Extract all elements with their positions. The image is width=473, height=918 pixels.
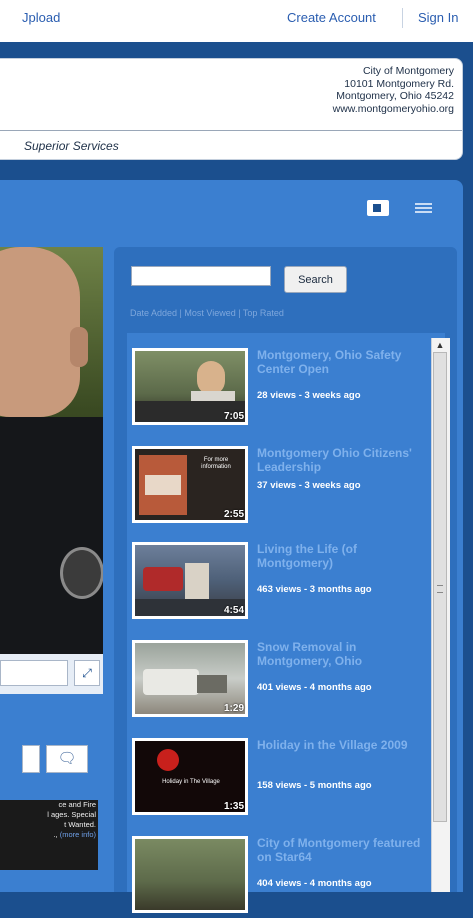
video-meta: 463 views - 3 months ago bbox=[257, 584, 372, 595]
create-account-link[interactable]: Create Account bbox=[287, 10, 376, 25]
video-frame-person bbox=[0, 247, 80, 417]
more-info-link[interactable]: (more info) bbox=[60, 830, 96, 839]
upload-link[interactable]: Jpload bbox=[22, 10, 60, 25]
player-view-icon[interactable] bbox=[367, 200, 389, 216]
sort-links[interactable]: Date Added | Most Viewed | Top Rated bbox=[130, 308, 284, 318]
search-input[interactable] bbox=[131, 266, 271, 286]
video-frame-uniform bbox=[0, 417, 103, 654]
thumbnail-caption: Holiday in The Village bbox=[162, 779, 220, 785]
address-line: 10101 Montgomery Rd. bbox=[344, 77, 454, 90]
scroll-grip-icon bbox=[437, 585, 443, 593]
video-duration: 4:54 bbox=[223, 605, 244, 616]
grid-view-icon[interactable] bbox=[415, 203, 432, 215]
list-item[interactable]: 1:29 Snow Removal in Montgomery, Ohio 40… bbox=[132, 640, 422, 722]
sign-in-link[interactable]: Sign In bbox=[418, 10, 458, 25]
video-meta: 158 views - 5 months ago bbox=[257, 780, 372, 791]
video-thumbnail[interactable]: For more information 2:55 bbox=[132, 446, 248, 523]
video-meta: 401 views - 4 months ago bbox=[257, 682, 372, 693]
seek-bar[interactable] bbox=[0, 660, 68, 686]
video-meta: 37 views - 3 weeks ago bbox=[257, 480, 361, 491]
address-line: Montgomery, Ohio 45242 bbox=[336, 90, 454, 102]
video-thumbnail[interactable]: Holiday in The Village 1:35 bbox=[132, 738, 248, 815]
scroll-up-arrow-icon[interactable]: ▲ bbox=[431, 338, 449, 352]
search-button[interactable]: Search bbox=[284, 266, 347, 293]
video-duration: 1:29 bbox=[223, 703, 244, 714]
video-duration: 7:05 bbox=[223, 411, 244, 422]
video-thumbnail[interactable]: 1:29 bbox=[132, 640, 248, 717]
header-divider bbox=[0, 130, 462, 131]
city-address: City of Montgomery 10101 Montgomery Rd. … bbox=[333, 65, 454, 115]
nav-divider bbox=[402, 8, 403, 28]
video-title-link[interactable]: Snow Removal in Montgomery, Ohio bbox=[257, 640, 427, 668]
list-item[interactable]: 7:05 Montgomery, Ohio Safety Center Open… bbox=[132, 348, 422, 430]
video-frame-badge bbox=[60, 547, 103, 599]
list-item[interactable]: City of Montgomery featured on Star64 40… bbox=[132, 836, 422, 918]
video-title-link[interactable]: Living the Life (of Montgomery) bbox=[257, 542, 427, 570]
list-item[interactable]: 4:54 Living the Life (of Montgomery) 463… bbox=[132, 542, 422, 624]
video-title-link[interactable]: Montgomery, Ohio Safety Center Open bbox=[257, 348, 427, 376]
top-bar: Jpload Create Account Sign In bbox=[0, 0, 473, 42]
player-controls: ⤢ bbox=[0, 654, 103, 694]
video-meta: 28 views - 3 weeks ago bbox=[257, 390, 361, 401]
fullscreen-icon[interactable]: ⤢ bbox=[74, 660, 100, 686]
speech-bubble-icon: 🗨 bbox=[57, 750, 77, 767]
description-text: ce and Fire l ages. Special t Wanted. .,… bbox=[47, 800, 96, 839]
list-item[interactable]: For more information 2:55 Montgomery Ohi… bbox=[132, 446, 422, 528]
tagline: Superior Services bbox=[24, 139, 119, 153]
site-header: City of Montgomery 10101 Montgomery Rd. … bbox=[0, 58, 463, 160]
website-link[interactable]: www.montgomeryohio.org bbox=[333, 103, 454, 116]
video-title-link[interactable]: Montgomery Ohio Citizens' Leadership bbox=[257, 446, 427, 474]
share-button[interactable] bbox=[22, 745, 40, 773]
list-item[interactable]: Holiday in The Village 1:35 Holiday in t… bbox=[132, 738, 422, 820]
video-duration: 2:55 bbox=[223, 509, 244, 520]
video-duration: 1:35 bbox=[223, 801, 244, 812]
video-frame-ear bbox=[70, 327, 88, 367]
video-meta: 404 views - 4 months ago bbox=[257, 878, 372, 889]
video-thumbnail[interactable]: 7:05 bbox=[132, 348, 248, 425]
thumbnail-caption: For more information bbox=[201, 457, 231, 470]
address-line: City of Montgomery bbox=[362, 65, 454, 77]
video-title-link[interactable]: Holiday in the Village 2009 bbox=[257, 738, 427, 752]
comment-button[interactable]: 🗨 bbox=[46, 745, 88, 773]
video-thumbnail[interactable] bbox=[132, 836, 248, 913]
video-thumbnail[interactable]: 4:54 bbox=[132, 542, 248, 619]
video-player[interactable] bbox=[0, 247, 103, 654]
video-title-link[interactable]: City of Montgomery featured on Star64 bbox=[257, 836, 427, 864]
video-description: ce and Fire l ages. Special t Wanted. .,… bbox=[0, 800, 98, 870]
